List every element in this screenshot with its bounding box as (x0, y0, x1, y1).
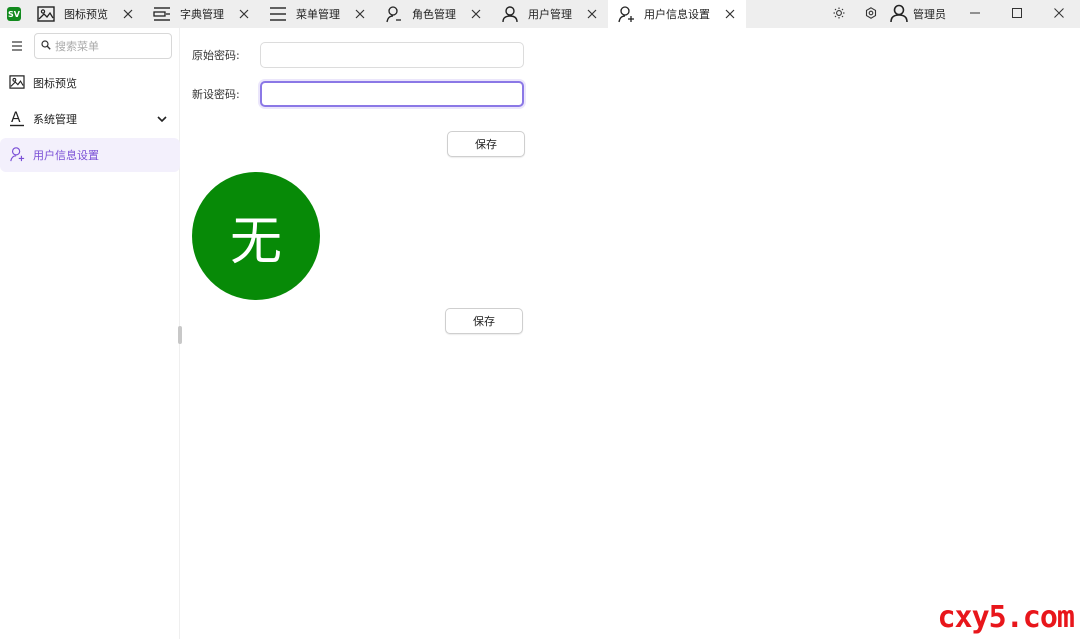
sidebar-item-user-settings[interactable]: 用户信息设置 (0, 138, 180, 172)
minimize-button[interactable] (954, 0, 996, 28)
tab-user-settings[interactable]: 用户信息设置 (608, 0, 746, 28)
gear-icon (865, 6, 877, 22)
close-icon[interactable] (120, 6, 136, 22)
app-logo: SV (0, 0, 28, 28)
sidebar-item-system-management[interactable]: A 系统管理 (0, 102, 179, 136)
new-password-input[interactable] (260, 81, 524, 107)
tab-user[interactable]: 用户管理 (492, 0, 608, 28)
user-role-icon (384, 4, 404, 24)
tab-role[interactable]: 角色管理 (376, 0, 492, 28)
save-avatar-button[interactable]: 保存 (445, 308, 523, 334)
old-password-label: 原始密码: (192, 49, 240, 62)
sidebar-item-label: 图标预览 (33, 77, 77, 90)
new-password-label: 新设密码: (192, 88, 240, 101)
tab-dictionary[interactable]: 字典管理 (144, 0, 260, 28)
old-password-row: 原始密码: (192, 42, 524, 68)
user-settings-icon (616, 4, 636, 24)
user-settings-icon (9, 146, 25, 165)
sidebar-item-icon-preview[interactable]: 图标预览 (0, 66, 179, 100)
close-icon[interactable] (236, 6, 252, 22)
svg-text:A: A (11, 110, 21, 126)
tab-label: 角色管理 (412, 8, 456, 21)
top-right-controls: 管理员 (823, 0, 1080, 28)
avatar[interactable]: 无 (192, 172, 320, 300)
search-icon (41, 39, 51, 53)
sidebar-header (0, 28, 179, 64)
user-menu[interactable]: 管理员 (887, 3, 954, 26)
minimize-icon (970, 7, 980, 21)
search-input[interactable] (55, 39, 165, 53)
theme-toggle-button[interactable] (823, 0, 855, 28)
user-avatar-icon (889, 3, 909, 26)
close-icon[interactable] (468, 6, 484, 22)
maximize-icon (1012, 7, 1022, 21)
close-icon[interactable] (722, 6, 738, 22)
user-icon (500, 4, 520, 24)
new-password-row: 新设密码: (192, 81, 524, 107)
title-bar: SV 图标预览 字典管理 菜单管理 角色管理 用户管理 用户信息设置 管理员 (0, 0, 1080, 28)
hamburger-icon (12, 41, 22, 51)
dictionary-icon (152, 4, 172, 24)
font-a-icon: A (9, 109, 25, 130)
chevron-down-icon[interactable] (157, 115, 167, 123)
save-password-button[interactable]: 保存 (447, 131, 525, 157)
tab-menu[interactable]: 菜单管理 (260, 0, 376, 28)
tab-strip: 图标预览 字典管理 菜单管理 角色管理 用户管理 用户信息设置 (28, 0, 746, 28)
tab-label: 用户信息设置 (644, 8, 710, 21)
image-icon (9, 74, 25, 92)
app-logo-badge: SV (7, 7, 21, 21)
close-icon[interactable] (584, 6, 600, 22)
close-icon (1054, 7, 1064, 21)
menu-search[interactable] (34, 33, 172, 59)
old-password-input[interactable] (260, 42, 524, 68)
settings-button[interactable] (855, 0, 887, 28)
close-window-button[interactable] (1038, 0, 1080, 28)
watermark-text: cxy5.com (937, 600, 1075, 635)
sidebar-item-label: 系统管理 (33, 113, 77, 126)
close-icon[interactable] (352, 6, 368, 22)
user-name: 管理员 (913, 8, 946, 21)
tab-label: 图标预览 (64, 8, 108, 21)
sun-icon (833, 7, 845, 22)
tab-label: 菜单管理 (296, 8, 340, 21)
menu-toggle-button[interactable] (8, 37, 26, 55)
menu-list-icon (268, 4, 288, 24)
sidebar-item-label: 用户信息设置 (33, 149, 99, 162)
sidebar: 图标预览 A 系统管理 用户信息设置 (0, 28, 180, 639)
main-content: 原始密码: 新设密码: 保存 无 保存 (182, 28, 1080, 639)
image-icon (36, 4, 56, 24)
tab-icon-preview[interactable]: 图标预览 (28, 0, 144, 28)
tab-label: 用户管理 (528, 8, 572, 21)
tab-label: 字典管理 (180, 8, 224, 21)
maximize-button[interactable] (996, 0, 1038, 28)
